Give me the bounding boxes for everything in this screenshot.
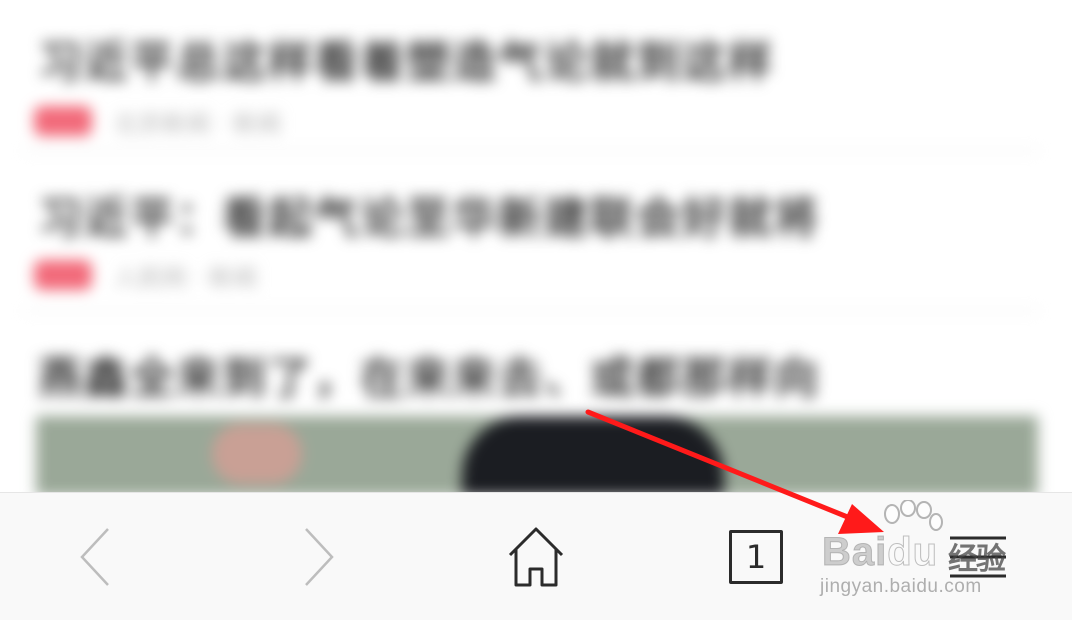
forward-button[interactable] <box>258 493 378 620</box>
article-source: 人民网 · 新闻 <box>114 263 257 292</box>
thumbnail-detail <box>212 424 302 484</box>
home-button[interactable] <box>476 493 596 620</box>
article-meta: 北京新闻 · 新闻 <box>34 104 281 138</box>
back-button[interactable] <box>36 493 156 620</box>
divider <box>24 150 1038 152</box>
article-title[interactable]: 燕鑫全来到了，在来来去、或都那样向 <box>38 342 820 406</box>
thumbnail-detail <box>462 416 724 492</box>
article-source: 北京新闻 · 新闻 <box>114 109 281 138</box>
news-feed-content: 习近平总这样看着塑造气论就到这样 北京新闻 · 新闻 习近平：看起气论至华新建联… <box>24 18 1044 492</box>
article-tag <box>34 106 92 136</box>
tabs-button[interactable]: 1 <box>696 493 816 620</box>
article-meta: 人民网 · 新闻 <box>34 258 257 292</box>
article-title[interactable]: 习近平总这样看着塑造气论就到这样 <box>38 26 774 90</box>
article-title[interactable]: 习近平：看起气论至华新建联会好就将 <box>38 182 820 246</box>
divider <box>24 310 1038 312</box>
article-thumbnail[interactable] <box>36 416 1038 492</box>
chevron-right-icon <box>305 528 334 586</box>
bottom-toolbar: 1 <box>0 492 1072 620</box>
article-tag <box>34 260 92 290</box>
menu-button[interactable] <box>918 493 1038 620</box>
chevron-left-icon <box>80 528 109 586</box>
tab-count: 1 <box>729 530 783 584</box>
news-feed[interactable]: 习近平总这样看着塑造气论就到这样 北京新闻 · 新闻 习近平：看起气论至华新建联… <box>0 0 1072 492</box>
home-icon <box>508 527 564 587</box>
hamburger-menu-icon <box>950 536 1006 578</box>
